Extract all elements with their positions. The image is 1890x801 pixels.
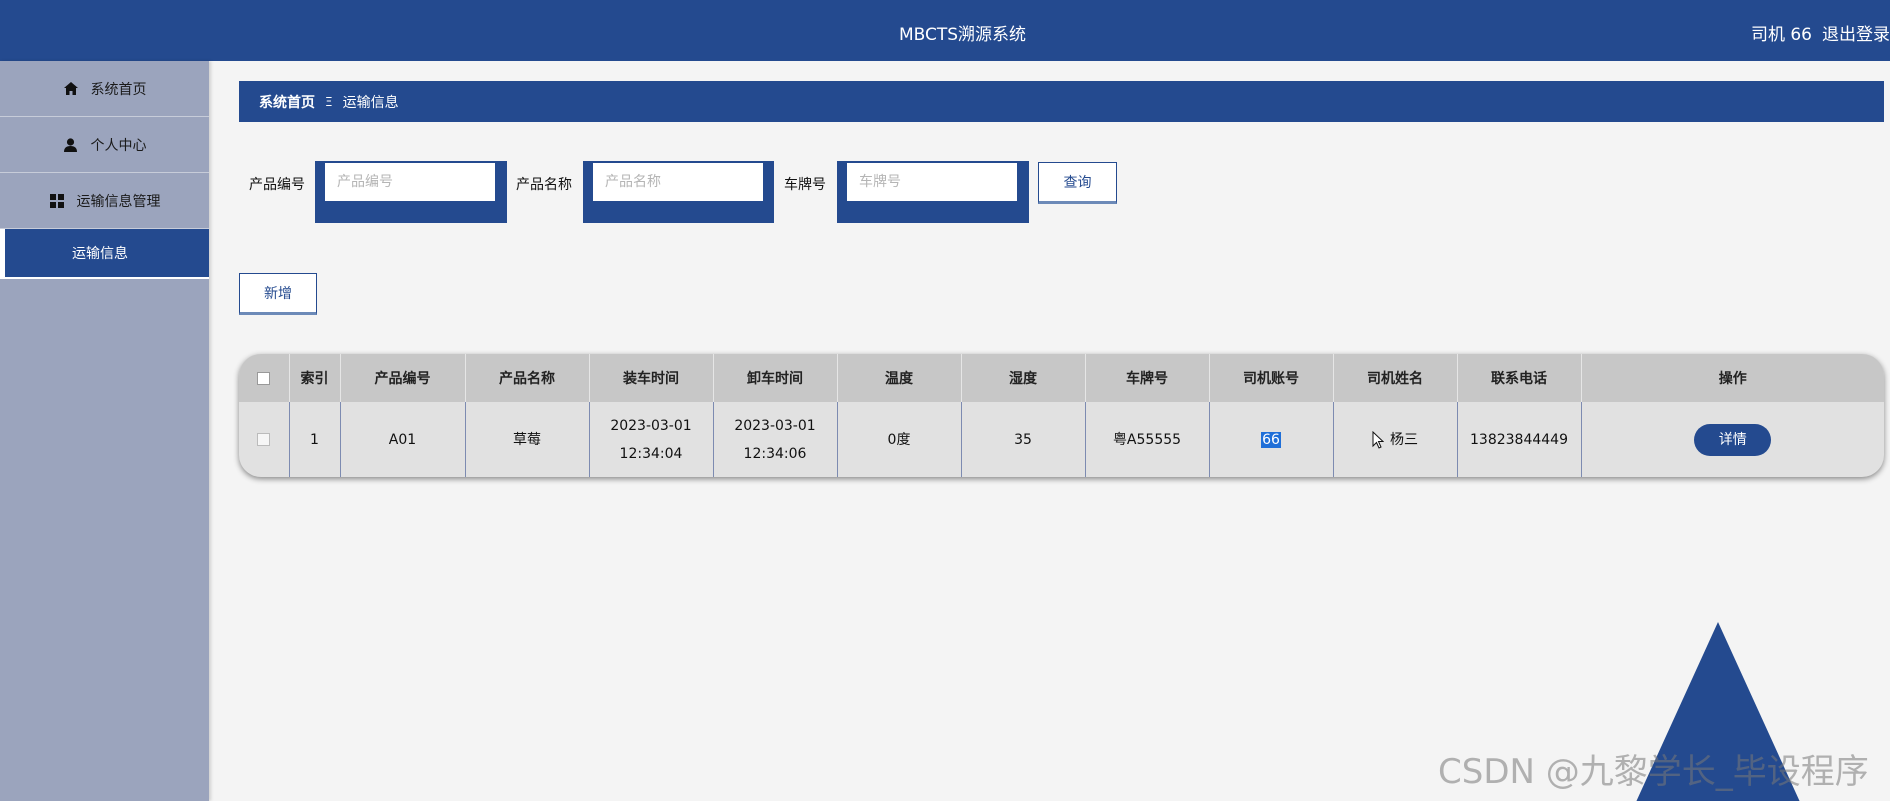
transport-table: 索引 产品编号 产品名称 装车时间 卸车时间 温度 湿度 车牌号 司机账号 司机… xyxy=(239,354,1884,477)
cell-load-time: 2023-03-01 12:34:04 xyxy=(589,402,714,477)
cell-product-name: 草莓 xyxy=(465,402,590,477)
cell-actions: 详情 xyxy=(1581,402,1884,477)
plate-field xyxy=(837,161,1029,223)
product-name-input[interactable] xyxy=(593,163,763,201)
column-header: 产品编号 xyxy=(340,354,466,402)
column-header: 司机账号 xyxy=(1209,354,1334,402)
top-bar: MBCTS溯源系统 司机 66 退出登录 xyxy=(0,0,1890,61)
select-all-checkbox[interactable] xyxy=(257,371,271,385)
home-icon xyxy=(63,81,79,97)
select-all-cell xyxy=(239,354,290,402)
table-row: 1 A01 草莓 2023-03-01 12:34:04 2023-03-01 … xyxy=(239,402,1884,477)
column-header: 装车时间 xyxy=(589,354,714,402)
sidebar-item-transport-management[interactable]: 运输信息管理 xyxy=(0,173,209,229)
product-code-input[interactable] xyxy=(325,163,495,201)
watermark: CSDN @九黎学长_毕设程序 xyxy=(1438,752,1869,792)
user-area: 司机 66 退出登录 xyxy=(1741,20,1890,45)
column-header: 司机姓名 xyxy=(1333,354,1458,402)
column-header: 索引 xyxy=(289,354,341,402)
sidebar-item-home[interactable]: 系统首页 xyxy=(0,61,209,117)
mouse-cursor-icon xyxy=(1372,430,1385,449)
logout-link[interactable]: 退出登录 xyxy=(1822,25,1890,45)
breadcrumb-separator: Ξ xyxy=(325,94,333,109)
grid-icon xyxy=(49,193,65,209)
driver-account-value: 66 xyxy=(1261,431,1281,448)
column-header: 产品名称 xyxy=(465,354,590,402)
breadcrumb-current: 运输信息 xyxy=(342,94,399,111)
sidebar: 系统首页 个人中心 运输信息管理 运输信息 xyxy=(0,61,209,801)
cell-index: 1 xyxy=(289,402,341,477)
row-select-cell xyxy=(239,402,290,477)
user-label: 司机 66 xyxy=(1750,25,1812,45)
plate-label: 车牌号 xyxy=(784,177,826,193)
cell-product-code: A01 xyxy=(340,402,466,477)
sidebar-subitem-transport-info[interactable]: 运输信息 xyxy=(0,229,209,279)
row-checkbox[interactable] xyxy=(257,433,271,446)
cell-driver-name: 杨三 xyxy=(1333,402,1458,477)
cell-temperature: 0度 xyxy=(837,402,962,477)
column-header: 卸车时间 xyxy=(713,354,838,402)
sidebar-item-label: 系统首页 xyxy=(90,81,147,98)
sidebar-item-label: 运输信息管理 xyxy=(76,193,161,210)
product-code-label: 产品编号 xyxy=(249,177,305,193)
sidebar-item-personal-center[interactable]: 个人中心 xyxy=(0,117,209,173)
cell-plate: 粤A55555 xyxy=(1085,402,1210,477)
column-header: 车牌号 xyxy=(1085,354,1210,402)
app-title: MBCTS溯源系统 xyxy=(898,25,1027,45)
column-header: 湿度 xyxy=(961,354,1086,402)
cell-driver-account: 66 xyxy=(1209,402,1334,477)
sidebar-item-label: 个人中心 xyxy=(90,137,147,154)
detail-button[interactable]: 详情 xyxy=(1694,423,1772,456)
product-code-field xyxy=(315,161,507,223)
cell-humidity: 35 xyxy=(961,402,1086,477)
cell-phone: 13823844449 xyxy=(1457,402,1582,477)
query-button[interactable]: 查询 xyxy=(1038,162,1117,204)
plate-input[interactable] xyxy=(847,163,1017,201)
sidebar-subitem-label: 运输信息 xyxy=(72,246,128,262)
table-header-row: 索引 产品编号 产品名称 装车时间 卸车时间 温度 湿度 车牌号 司机账号 司机… xyxy=(239,354,1884,402)
breadcrumb-home[interactable]: 系统首页 xyxy=(259,92,315,112)
product-name-label: 产品名称 xyxy=(516,177,572,193)
user-icon xyxy=(63,137,79,153)
driver-name-value: 杨三 xyxy=(1390,431,1418,448)
cell-unload-time: 2023-03-01 12:34:06 xyxy=(713,402,838,477)
add-button[interactable]: 新增 xyxy=(239,273,317,315)
column-header: 温度 xyxy=(837,354,962,402)
column-header: 操作 xyxy=(1581,354,1884,402)
breadcrumb: 系统首页 Ξ 运输信息 xyxy=(239,81,1884,122)
product-name-field xyxy=(583,161,774,223)
column-header: 联系电话 xyxy=(1457,354,1582,402)
